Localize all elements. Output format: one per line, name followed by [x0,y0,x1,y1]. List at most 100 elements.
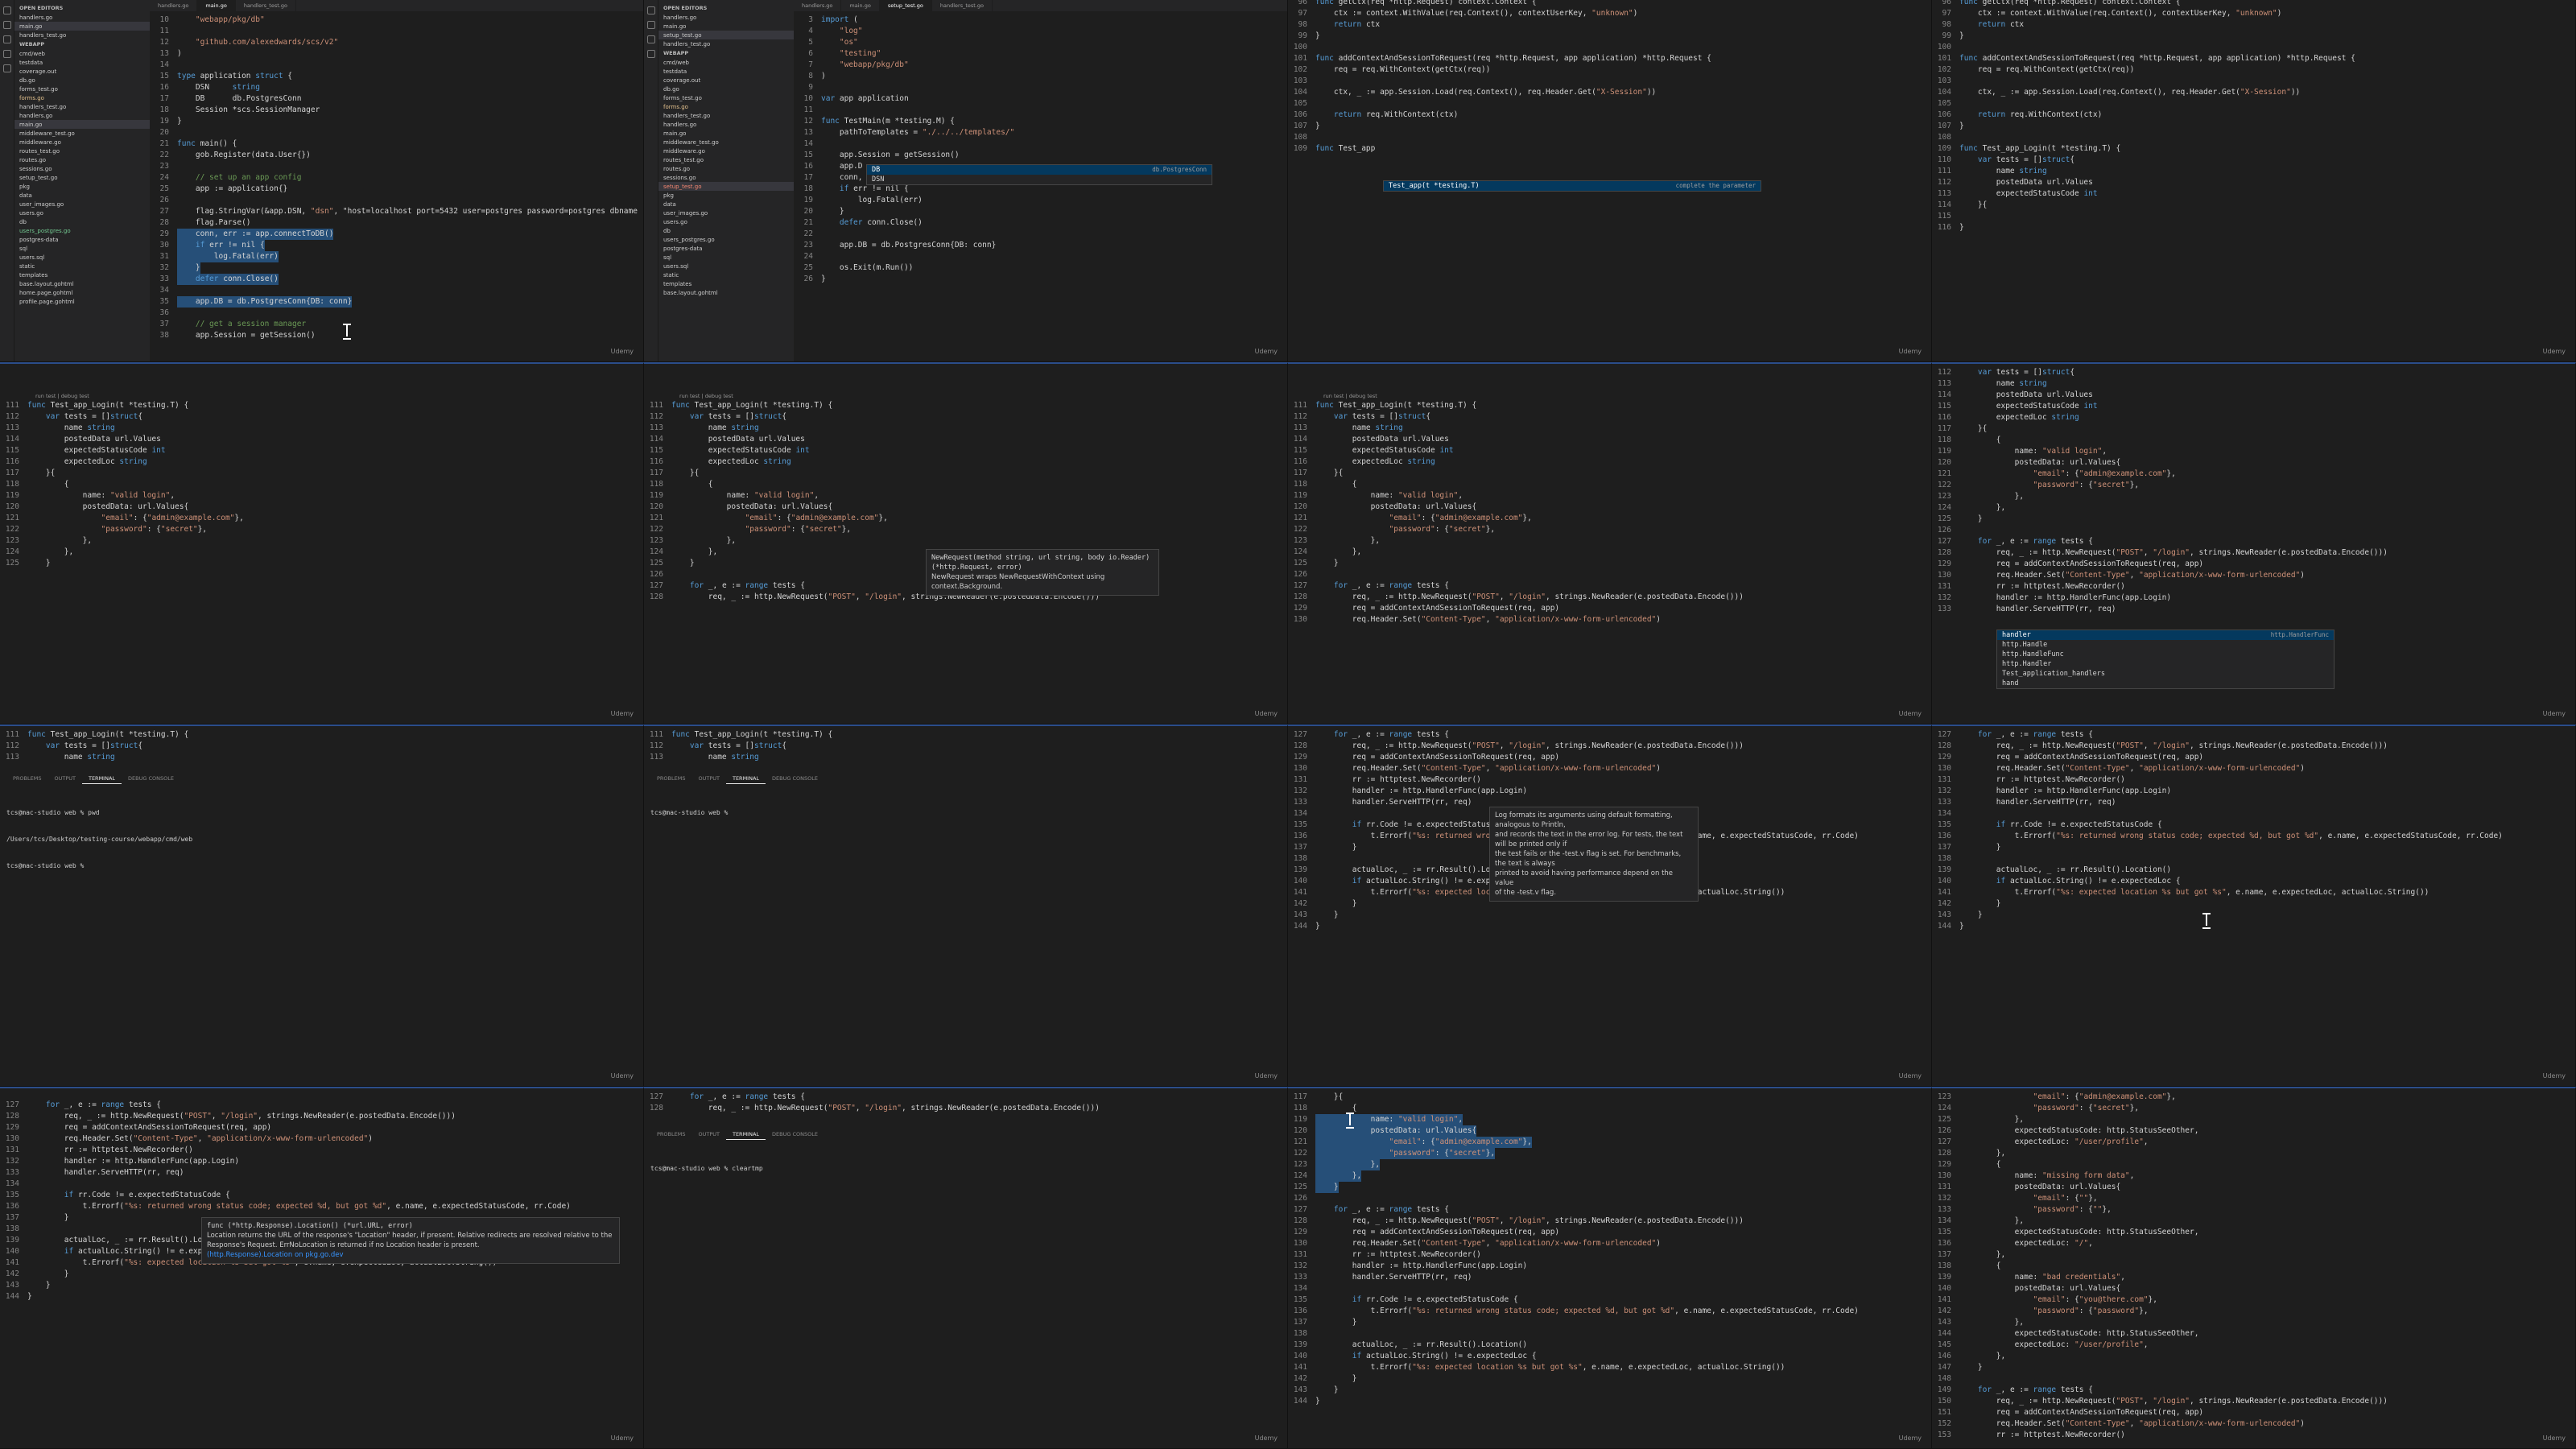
code-line[interactable]: 113 name string [0,423,643,434]
code-line[interactable]: 115 expectedStatusCode int [1932,401,2575,412]
code-line[interactable]: 120 postedData: url.Values{ [1932,457,2575,469]
code-line[interactable]: 135 expectedStatusCode: http.StatusSeeOt… [1932,1227,2575,1238]
code-line[interactable]: 121 "email": {"admin@example.com"}, [1288,513,1931,524]
file-node[interactable]: handlers_test.go [14,102,150,111]
code-line[interactable]: 131 rr := httptest.NewRecorder() [1288,774,1931,786]
code-line[interactable]: 115 expectedStatusCode int [644,445,1287,456]
code-line[interactable]: 111 func Test_app_Login(t *testing.T) { [0,400,643,411]
code-line[interactable]: 127 for _, e := range tests { [0,1100,643,1111]
code-line[interactable]: 30 if err != nil { [150,240,643,251]
editor-area[interactable]: 127 for _, e := range tests {128 req, _ … [1932,726,2575,1086]
code-line[interactable]: 122 "password": {"secret"}, [1288,1148,1931,1159]
code-line[interactable]: 124 }, [1288,547,1931,558]
file-node[interactable]: routes_test.go [658,155,794,164]
files-icon[interactable] [647,6,655,14]
code-line[interactable]: 134 [0,1179,643,1190]
code-line[interactable]: 152 req.Header.Set("Content-Type", "appl… [1932,1418,2575,1430]
file-node[interactable]: sessions.go [658,173,794,182]
tab-setup-test-go[interactable]: setup_test.go [879,0,932,11]
code-line[interactable]: 116} [1932,222,2575,233]
code-line[interactable]: 127 for _, e := range tests { [1288,580,1931,592]
code-line[interactable]: 147 } [1932,1362,2575,1373]
code-line[interactable]: 114 }{ [1932,200,2575,211]
code-line[interactable]: 14 [150,60,643,71]
code-line[interactable]: 123 "email": {"admin@example.com"}, [1932,1092,2575,1103]
code-line[interactable]: 107} [1932,121,2575,132]
code-line[interactable]: 28 flag.Parse() [150,217,643,229]
code-line[interactable]: 111 func Test_app_Login(t *testing.T) { [1288,400,1931,411]
code-block[interactable]: 111 func Test_app_Login(t *testing.T) {11… [0,729,643,763]
file-node[interactable]: forms_test.go [14,85,150,93]
code-line[interactable]: 104 ctx, _ := app.Session.Load(req.Conte… [1288,87,1931,98]
file-node[interactable]: templates [658,279,794,288]
code-line[interactable]: 143 } [1288,910,1931,921]
tab-handlers-test-go[interactable]: handlers_test.go [236,0,296,11]
code-line[interactable]: 133 handler.ServeHTTP(rr, req) [1932,604,2575,615]
code-line[interactable]: 9 [794,82,1287,93]
file-node[interactable]: testdata [658,67,794,76]
code-line[interactable]: 23 [150,161,643,172]
code-line[interactable]: 17 DB db.PostgresConn [150,93,643,105]
code-line[interactable]: 116 expectedLoc string [1932,412,2575,423]
code-line[interactable]: 124 }, [0,547,643,558]
file-node[interactable]: users.go [658,217,794,226]
code-line[interactable]: 137 } [1932,842,2575,853]
code-line[interactable]: 116 expectedLoc string [644,456,1287,468]
code-line[interactable]: 130 req.Header.Set("Content-Type", "appl… [1288,763,1931,774]
panel-tab-problems[interactable]: PROBLEMS [6,773,47,784]
code-line[interactable]: 119 name: "valid login", [1932,446,2575,457]
editor-area[interactable]: 127 for _, e := range tests {128 req, _ … [0,1088,643,1448]
file-node[interactable]: main.go [658,129,794,138]
code-line[interactable]: 38 app.Session = getSession() [150,330,643,341]
file-node[interactable]: handlers.go [658,120,794,129]
code-line[interactable]: 111 func Test_app_Login(t *testing.T) { [644,729,1287,741]
file-node[interactable]: cmd/web [14,49,150,58]
file-node[interactable]: cmd/web [658,58,794,67]
code-line[interactable]: 117 }{ [1932,423,2575,435]
panel-tab-terminal[interactable]: TERMINAL [725,1129,766,1140]
code-line[interactable]: 25 os.Exit(m.Run()) [794,262,1287,274]
open-file[interactable]: handlers.go [14,13,150,22]
code-line[interactable]: 140 postedData: url.Values{ [1932,1283,2575,1294]
code-line[interactable]: 97 ctx := context.WithValue(req.Context(… [1932,8,2575,19]
code-line[interactable]: 106 return req.WithContext(ctx) [1932,109,2575,121]
code-line[interactable]: 128 req, _ := http.NewRequest("POST", "/… [1288,592,1931,603]
code-line[interactable]: 125 } [1288,558,1931,569]
code-line[interactable]: 126 [1932,525,2575,536]
editor-area[interactable]: run test | debug test 111 func Test_app_L… [644,364,1287,724]
tab-main-go[interactable]: main.go [197,0,236,11]
code-line[interactable]: 123 }, [1288,535,1931,547]
code-line[interactable]: 131 rr := httptest.NewRecorder() [1288,1249,1931,1261]
file-node[interactable]: db.go [658,85,794,93]
panel-tab-output[interactable]: OUTPUT [691,773,726,784]
panel-tab-problems[interactable]: PROBLEMS [650,1129,691,1140]
code-line[interactable]: 130 req.Header.Set("Content-Type", "appl… [1932,570,2575,581]
editor-area[interactable]: run test | debug test 111 func Test_app_L… [1288,364,1931,724]
files-icon[interactable] [3,6,11,14]
panel-tab-debug-console[interactable]: DEBUG CONSOLE [766,773,824,784]
file-node[interactable]: forms.go [14,93,150,102]
code-line[interactable]: 112 postedData url.Values [1932,177,2575,188]
code-line[interactable]: 116 expectedLoc string [0,456,643,468]
code-line[interactable]: 101 func addContextAndSessionToRequest(re… [1288,53,1931,64]
file-node[interactable]: templates [14,270,150,279]
run-debug-icon[interactable] [647,50,655,58]
code-line[interactable]: 101 func addContextAndSessionToRequest(re… [1932,53,2575,64]
code-line[interactable]: 142 } [1932,898,2575,910]
code-line[interactable]: 27 flag.StringVar(&app.DSN, "dsn", "host… [150,206,643,217]
file-node[interactable]: routes.go [14,155,150,164]
codelens[interactable]: run test | debug test [1288,393,1931,400]
file-node[interactable]: postgres-data [658,244,794,253]
code-block[interactable]: 127 for _, e := range tests {128 req, _ … [644,1092,1287,1114]
tab-handlers-go[interactable]: handlers.go [150,0,198,11]
code-line[interactable]: 111 name string [1932,166,2575,177]
code-line[interactable]: 132 handler := http.HandlerFunc(app.Logi… [0,1156,643,1167]
code-line[interactable]: 103 [1288,76,1931,87]
code-line[interactable]: 18 Session *scs.SessionManager [150,105,643,116]
code-line[interactable]: 128 req, _ := http.NewRequest("POST", "/… [0,1111,643,1122]
code-line[interactable]: 103 [1932,76,2575,87]
code-line[interactable]: 112 var tests = []struct{ [0,741,643,752]
code-line[interactable]: 7 "webapp/pkg/db" [794,60,1287,71]
file-node[interactable]: pkg [14,182,150,191]
file-node[interactable]: data [14,191,150,200]
